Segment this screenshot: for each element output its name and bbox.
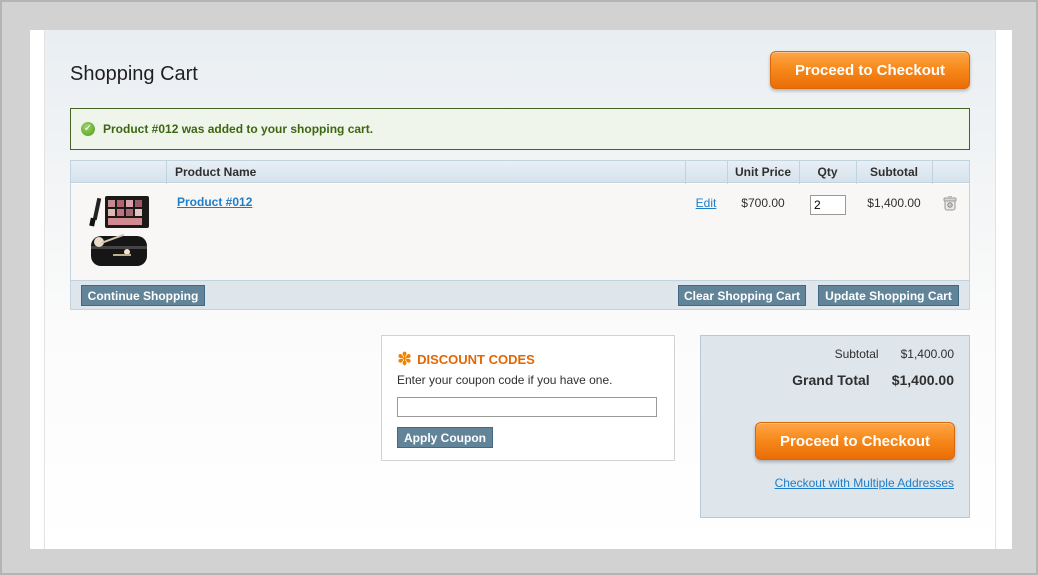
update-cart-button[interactable]: Update Shopping Cart: [818, 285, 959, 306]
col-header-qty: Qty: [817, 165, 838, 179]
unit-price-value: $700.00: [741, 196, 785, 210]
col-header-subtotal: Subtotal: [870, 165, 918, 179]
check-circle-icon: ✓: [81, 122, 95, 136]
apply-coupon-button[interactable]: Apply Coupon: [397, 427, 493, 448]
trash-icon[interactable]: [942, 195, 958, 211]
continue-shopping-button[interactable]: Continue Shopping: [81, 285, 205, 306]
qty-input[interactable]: [810, 195, 846, 215]
col-header-product-name: Product Name: [175, 165, 257, 179]
grand-total-row: Grand Total $1,400.00: [792, 372, 954, 388]
checkout-multiple-addresses-link[interactable]: Checkout with Multiple Addresses: [775, 476, 954, 490]
asterisk-icon: ✽: [397, 349, 413, 369]
row-subtotal-value: $1,400.00: [867, 196, 921, 210]
col-header-unit-price: Unit Price: [734, 165, 791, 179]
page-title: Shopping Cart: [70, 63, 198, 85]
success-message: ✓ Product #012 was added to your shoppin…: [70, 108, 970, 150]
cart-table: Product Name Unit Price Qty Subtotal Pro…: [70, 160, 970, 310]
grand-total-value: $1,400.00: [891, 372, 954, 388]
cart-totals-panel: Subtotal $1,400.00 Grand Total $1,400.00…: [700, 335, 970, 518]
discount-prompt: Enter your coupon code if you have one.: [397, 373, 613, 387]
clear-cart-button[interactable]: Clear Shopping Cart: [678, 285, 806, 306]
grand-total-label: Grand Total: [792, 372, 870, 388]
proceed-to-checkout-button-bottom[interactable]: Proceed to Checkout: [755, 422, 955, 460]
cart-page: Shopping Cart Proceed to Checkout ✓ Prod…: [44, 30, 996, 549]
product-name-link[interactable]: Product #012: [177, 195, 252, 209]
window-frame: Shopping Cart Proceed to Checkout ✓ Prod…: [0, 0, 1038, 575]
discount-codes-panel: ✽ Discount Codes Enter your coupon code …: [381, 335, 675, 461]
discount-codes-title: ✽ Discount Codes: [397, 350, 535, 368]
edit-item-link[interactable]: Edit: [685, 196, 727, 210]
cart-table-footer: Continue Shopping Clear Shopping Cart Up…: [71, 280, 969, 309]
subtotal-row: Subtotal $1,400.00: [835, 347, 954, 361]
browser-viewport: Shopping Cart Proceed to Checkout ✓ Prod…: [30, 30, 1012, 549]
proceed-to-checkout-button-top[interactable]: Proceed to Checkout: [770, 51, 970, 89]
product-image[interactable]: [83, 192, 155, 270]
discount-title-text: Discount Codes: [417, 351, 535, 367]
cart-table-header: Product Name Unit Price Qty Subtotal: [71, 161, 969, 183]
subtotal-value: $1,400.00: [900, 347, 954, 361]
subtotal-label: Subtotal: [834, 347, 879, 361]
success-message-text: Product #012 was added to your shopping …: [103, 122, 374, 136]
table-row: Product #012 Edit $700.00 $1,400.00: [71, 184, 969, 280]
coupon-code-input[interactable]: [397, 397, 657, 417]
